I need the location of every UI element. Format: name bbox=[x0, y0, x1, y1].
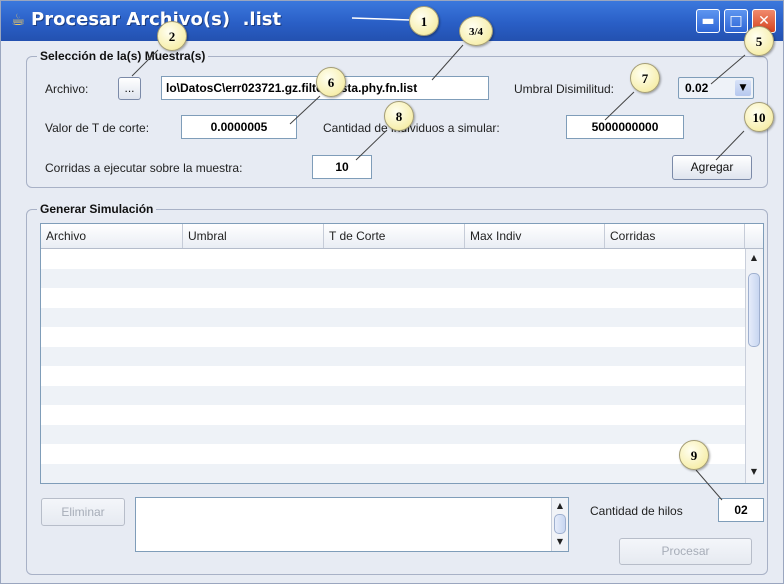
callout-5: 5 bbox=[744, 26, 774, 56]
callout-10: 10 bbox=[744, 102, 774, 132]
callout-9: 9 bbox=[679, 440, 709, 470]
callout-leader-2 bbox=[131, 49, 159, 77]
callout-leaders bbox=[131, 17, 746, 501]
callout-leader-6 bbox=[289, 95, 321, 125]
callout-7: 7 bbox=[630, 63, 660, 93]
callout-leader-5 bbox=[710, 54, 746, 85]
callout-2: 2 bbox=[157, 21, 187, 51]
callout-leader-10 bbox=[715, 130, 745, 161]
callout-leader-8 bbox=[355, 129, 388, 161]
callout-leader-9 bbox=[695, 469, 723, 501]
callout-3-4: 3/4 bbox=[459, 16, 493, 46]
callout-6: 6 bbox=[316, 67, 346, 97]
callout-leader-34 bbox=[431, 44, 464, 81]
callout-8: 8 bbox=[384, 101, 414, 131]
callout-1: 1 bbox=[409, 6, 439, 36]
callout-leader-1 bbox=[351, 17, 411, 21]
callout-leader-7 bbox=[604, 91, 635, 121]
